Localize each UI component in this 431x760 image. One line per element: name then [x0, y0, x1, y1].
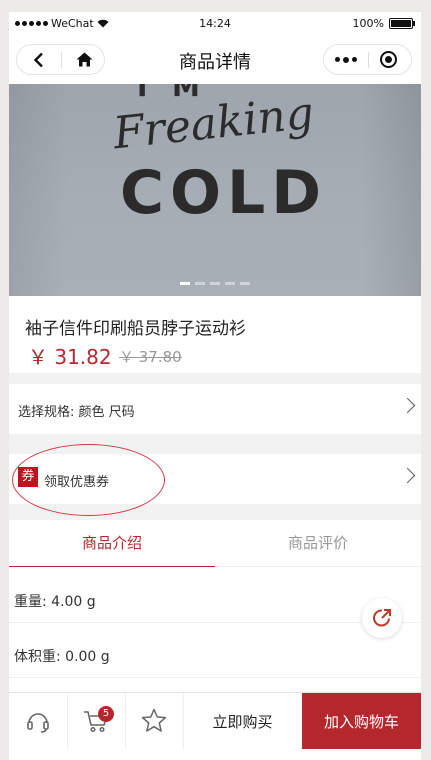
property-weight: 重量: 4.00 g [14, 594, 96, 610]
spec-selector-row[interactable]: 选择规格: 颜色 尺码 [9, 384, 421, 434]
coupon-label: 领取优惠券 [44, 475, 110, 490]
phone-screen: WeChat 14:24 100% 商品详情 I'M Freaking COLD… [9, 12, 421, 760]
spec-label: 选择规格: 颜色 尺码 [18, 405, 135, 420]
favorite-button[interactable] [125, 693, 184, 749]
status-bar: WeChat 14:24 100% [9, 12, 421, 36]
close-miniprogram-icon[interactable] [380, 51, 397, 68]
cart-count-badge: 5 [98, 706, 114, 722]
product-info: 袖子信件印刷船员脖子运动衫 ￥ 31.82 ￥ 37.80 [9, 296, 421, 373]
original-price: ￥ 37.80 [119, 348, 182, 366]
share-icon [373, 609, 391, 627]
cart-button[interactable]: 5 [67, 693, 126, 749]
carousel-dot [240, 282, 250, 285]
carousel-dot [180, 282, 190, 285]
battery-percent: 100% [352, 17, 384, 30]
capsule-divider [368, 52, 369, 68]
battery-status: 100% [352, 17, 415, 30]
share-button[interactable] [362, 598, 402, 638]
more-icon[interactable] [335, 56, 357, 63]
detail-tabs: 商品介绍 商品评价 [9, 520, 421, 567]
product-image-carousel[interactable]: I'M Freaking COLD [9, 84, 421, 296]
bottom-action-bar: 5 立即购买 加入购物车 [9, 692, 421, 749]
image-shading [361, 84, 421, 296]
divider [9, 622, 421, 623]
battery-icon [389, 18, 415, 29]
product-properties: 重量: 4.00 g 体积重: 0.00 g [9, 567, 421, 692]
page-content[interactable]: I'M Freaking COLD 袖子信件印刷船员脖子运动衫 ￥ 31.82 … [9, 84, 421, 692]
add-to-cart-button[interactable]: 加入购物车 [302, 693, 421, 749]
coupon-icon: 券 [18, 467, 38, 487]
tab-product-reviews[interactable]: 商品评价 [215, 520, 421, 566]
chevron-right-icon [399, 467, 416, 484]
tab-product-intro[interactable]: 商品介绍 [9, 520, 215, 567]
navigation-bar: 商品详情 [9, 36, 421, 84]
customer-service-button[interactable] [9, 693, 68, 749]
image-shading [9, 84, 69, 296]
divider [9, 677, 421, 678]
product-name: 袖子信件印刷船员脖子运动衫 [25, 319, 246, 339]
carousel-dot [210, 282, 220, 285]
nav-capsule-right [323, 44, 412, 75]
chevron-right-icon [399, 397, 416, 414]
carousel-dot [225, 282, 235, 285]
coupon-row[interactable]: 券 领取优惠券 [9, 454, 421, 504]
property-volume-weight: 体积重: 0.00 g [14, 649, 110, 665]
carousel-dot [195, 282, 205, 285]
shirt-print-line: COLD [120, 158, 328, 228]
carousel-indicator [9, 282, 421, 285]
product-price: ￥ 31.82 [28, 345, 112, 369]
buy-now-button[interactable]: 立即购买 [183, 693, 302, 749]
star-icon [141, 708, 167, 732]
headset-icon [27, 713, 49, 733]
